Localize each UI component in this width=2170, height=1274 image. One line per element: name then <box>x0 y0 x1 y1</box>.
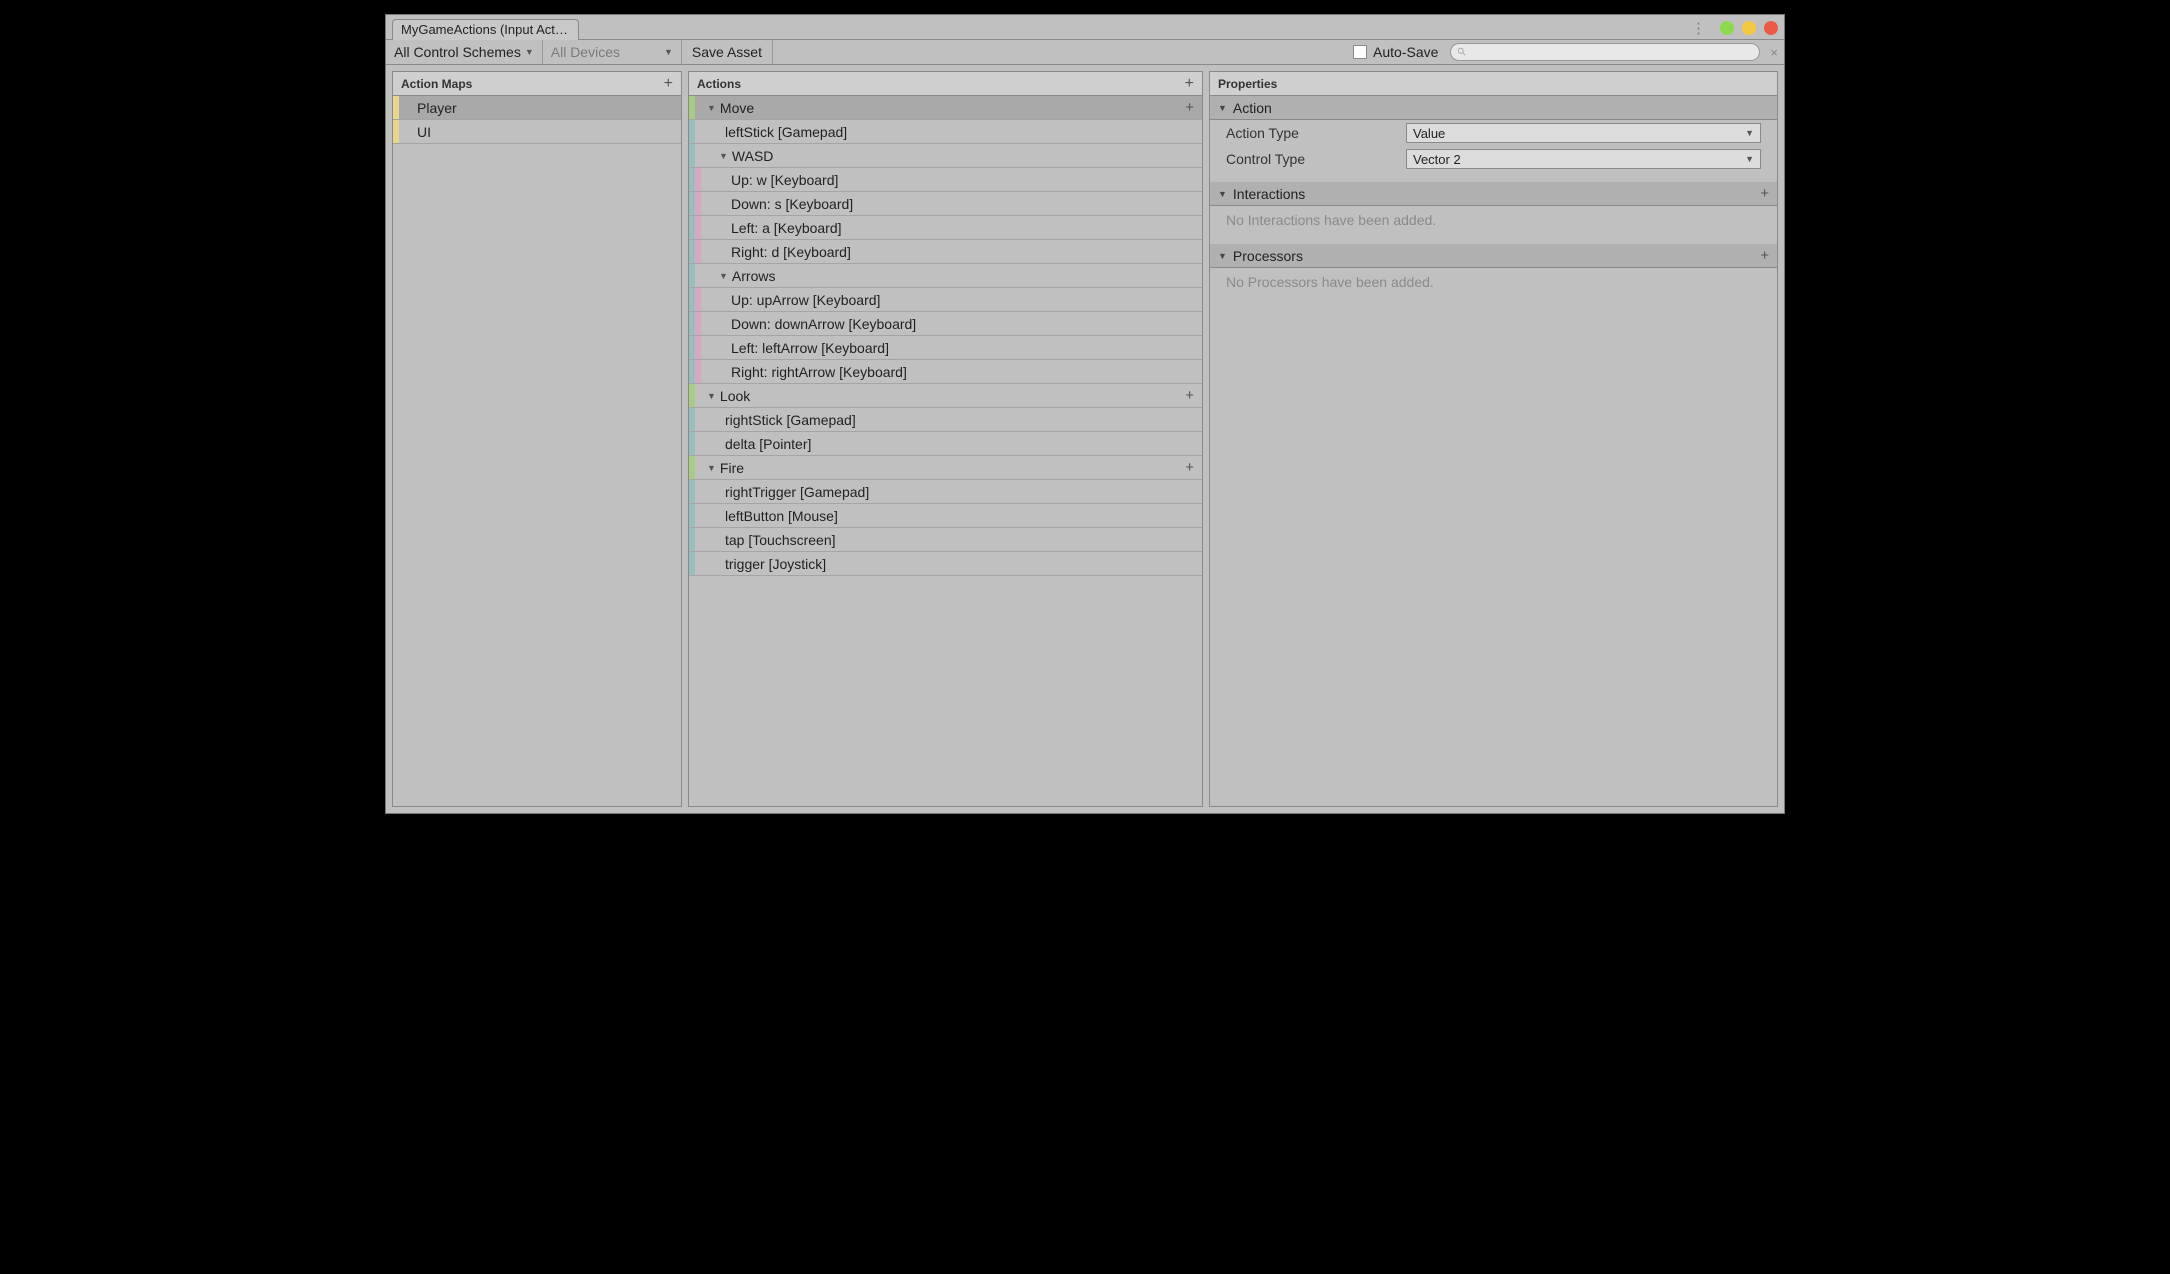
add-interaction-button[interactable]: + <box>1760 185 1769 202</box>
foldout-icon[interactable]: ▼ <box>707 103 716 113</box>
binding-leftstick[interactable]: leftStick [Gamepad] <box>689 120 1202 144</box>
binding-tap[interactable]: tap [Touchscreen] <box>689 528 1202 552</box>
control-type-dropdown[interactable]: Vector 2▼ <box>1406 149 1761 169</box>
actions-pane: Actions + ▼Move + leftStick [Gamepad] ▼W… <box>688 71 1203 807</box>
add-binding-button[interactable]: + <box>1185 99 1202 116</box>
action-look[interactable]: ▼Look + <box>689 384 1202 408</box>
foldout-icon[interactable]: ▼ <box>1218 251 1227 261</box>
prop-action-type: Action Type Value▼ <box>1210 120 1777 146</box>
chevron-down-icon: ▼ <box>1745 128 1754 138</box>
add-action-map-button[interactable]: + <box>664 75 673 93</box>
toolbar: All Control Schemes▼ All Devices▼ Save A… <box>386 40 1784 65</box>
foldout-icon[interactable]: ▼ <box>707 463 716 473</box>
binding-leftbutton[interactable]: leftButton [Mouse] <box>689 504 1202 528</box>
section-action[interactable]: ▼Action <box>1210 96 1777 120</box>
binding-arrows-down[interactable]: Down: downArrow [Keyboard] <box>689 312 1202 336</box>
binding-righttrigger[interactable]: rightTrigger [Gamepad] <box>689 480 1202 504</box>
binding-arrows-up[interactable]: Up: upArrow [Keyboard] <box>689 288 1202 312</box>
minimize-button[interactable] <box>1720 21 1734 35</box>
action-move[interactable]: ▼Move + <box>689 96 1202 120</box>
add-binding-button[interactable]: + <box>1185 459 1202 476</box>
binding-arrows-right[interactable]: Right: rightArrow [Keyboard] <box>689 360 1202 384</box>
action-map-ui[interactable]: UI <box>393 120 681 144</box>
devices-dropdown[interactable]: All Devices▼ <box>543 40 682 64</box>
window-tab[interactable]: MyGameActions (Input Act… <box>392 19 579 40</box>
actions-header: Actions + <box>689 72 1202 96</box>
section-interactions[interactable]: ▼Interactions + <box>1210 182 1777 206</box>
auto-save-toggle[interactable]: Auto-Save <box>1345 44 1446 60</box>
foldout-icon[interactable]: ▼ <box>1218 103 1227 113</box>
binding-wasd-up[interactable]: Up: w [Keyboard] <box>689 168 1202 192</box>
composite-arrows[interactable]: ▼Arrows <box>689 264 1202 288</box>
add-action-button[interactable]: + <box>1185 75 1194 93</box>
titlebar: MyGameActions (Input Act… ⋮ <box>386 15 1784 40</box>
binding-wasd-right[interactable]: Right: d [Keyboard] <box>689 240 1202 264</box>
action-type-dropdown[interactable]: Value▼ <box>1406 123 1761 143</box>
maximize-button[interactable] <box>1742 21 1756 35</box>
action-maps-header: Action Maps + <box>393 72 681 96</box>
binding-wasd-down[interactable]: Down: s [Keyboard] <box>689 192 1202 216</box>
close-button[interactable] <box>1764 21 1778 35</box>
action-fire[interactable]: ▼Fire + <box>689 456 1202 480</box>
prop-control-type: Control Type Vector 2▼ <box>1210 146 1777 172</box>
clear-search-button[interactable]: × <box>1764 45 1784 60</box>
kebab-menu-icon[interactable]: ⋮ <box>1685 19 1712 37</box>
control-schemes-dropdown[interactable]: All Control Schemes▼ <box>386 40 543 64</box>
chevron-down-icon: ▼ <box>664 47 673 57</box>
section-processors[interactable]: ▼Processors + <box>1210 244 1777 268</box>
binding-wasd-left[interactable]: Left: a [Keyboard] <box>689 216 1202 240</box>
save-asset-button[interactable]: Save Asset <box>682 40 773 64</box>
properties-pane: Properties ▼Action Action Type Value▼ Co… <box>1209 71 1778 807</box>
foldout-icon[interactable]: ▼ <box>1218 189 1227 199</box>
input-actions-window: MyGameActions (Input Act… ⋮ All Control … <box>385 14 1785 814</box>
binding-delta[interactable]: delta [Pointer] <box>689 432 1202 456</box>
interactions-empty: No Interactions have been added. <box>1210 206 1777 234</box>
search-input[interactable] <box>1450 43 1760 61</box>
properties-header: Properties <box>1210 72 1777 96</box>
composite-wasd[interactable]: ▼WASD <box>689 144 1202 168</box>
add-processor-button[interactable]: + <box>1760 247 1769 264</box>
foldout-icon[interactable]: ▼ <box>719 151 728 161</box>
action-map-player[interactable]: Player <box>393 96 681 120</box>
search-icon <box>1457 47 1467 57</box>
binding-trigger[interactable]: trigger [Joystick] <box>689 552 1202 576</box>
chevron-down-icon: ▼ <box>525 47 534 57</box>
foldout-icon[interactable]: ▼ <box>707 391 716 401</box>
chevron-down-icon: ▼ <box>1745 154 1754 164</box>
main-area: Action Maps + Player UI Actions + ▼Move … <box>386 65 1784 813</box>
processors-empty: No Processors have been added. <box>1210 268 1777 296</box>
foldout-icon[interactable]: ▼ <box>719 271 728 281</box>
binding-rightstick[interactable]: rightStick [Gamepad] <box>689 408 1202 432</box>
binding-arrows-left[interactable]: Left: leftArrow [Keyboard] <box>689 336 1202 360</box>
add-binding-button[interactable]: + <box>1185 387 1202 404</box>
checkbox-icon[interactable] <box>1353 45 1367 59</box>
action-maps-pane: Action Maps + Player UI <box>392 71 682 807</box>
